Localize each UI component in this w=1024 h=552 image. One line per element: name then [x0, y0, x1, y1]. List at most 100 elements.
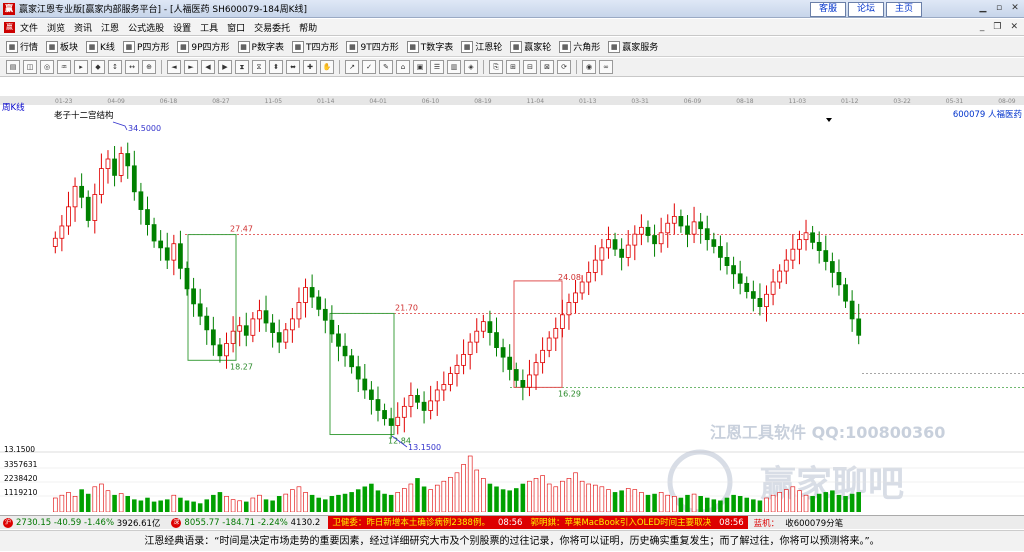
grid-icon: ▦: [6, 40, 18, 53]
volume-bar: [85, 493, 91, 512]
volume-bar: [665, 494, 671, 512]
draw-tool-8-icon[interactable]: ⊕: [142, 60, 156, 74]
draw-tool-26-icon[interactable]: ◈: [464, 60, 478, 74]
draw-tool-3-icon[interactable]: ♒: [57, 60, 71, 74]
toolbar-item-9p-square[interactable]: ▦ 9P四方形: [177, 40, 230, 53]
toolbar-item-gann-wheel[interactable]: ▦ 江恩轮: [461, 40, 502, 53]
draw-tool-16-icon[interactable]: ⬌: [286, 60, 300, 74]
p-number-icon: ▦: [237, 40, 250, 53]
draw-tool-0-icon[interactable]: ▤: [6, 60, 20, 74]
toolbar-item-t-square[interactable]: ▦ T四方形: [291, 40, 338, 53]
draw-tool-31-icon[interactable]: ⟳: [557, 60, 571, 74]
toolbar-item-t-number[interactable]: ▦ T数字表: [406, 40, 453, 53]
candle-body: [533, 362, 539, 376]
draw-tool-14-icon[interactable]: ⧖: [252, 60, 266, 74]
draw-tool-32-icon[interactable]: ◉: [582, 60, 596, 74]
volume-bar: [448, 476, 453, 512]
draw-tool-18-icon[interactable]: ✋: [320, 60, 334, 74]
candle-body: [263, 310, 269, 324]
volume-bar: [836, 494, 842, 512]
draw-tool-9-icon[interactable]: ◄: [167, 60, 181, 74]
draw-tool-17-icon[interactable]: ✚: [303, 60, 317, 74]
draw-tool-13-icon[interactable]: ⧗: [235, 60, 249, 74]
index-shenzhen[interactable]: 深 8055.77 -184.71 -2.24% 4130.2: [168, 517, 320, 528]
menu-window[interactable]: 窗口: [227, 21, 245, 34]
candle-body: [711, 239, 717, 247]
tick-link[interactable]: 收600079分笔: [785, 517, 843, 529]
link-service[interactable]: 客服: [810, 2, 846, 17]
menu-trade[interactable]: 交易委托: [254, 21, 290, 34]
draw-tool-1-icon[interactable]: ◫: [23, 60, 37, 74]
volume-bar: [566, 478, 572, 512]
news-ticker[interactable]: 卫健委：昨日新增本土确诊病例2388例。 08:56 郭明錤：苹果MacBook…: [328, 516, 748, 529]
menu-tools[interactable]: 工具: [200, 21, 218, 34]
index-shanghai[interactable]: 沪 2730.15 -40.59 -1.46% 3926.61亿: [0, 517, 160, 529]
draw-tool-33-icon[interactable]: ∞: [599, 60, 613, 74]
draw-tool-15-icon[interactable]: ⬍: [269, 60, 283, 74]
minimize-icon[interactable]: ▁: [978, 3, 988, 13]
menu-formula[interactable]: 公式选股: [128, 21, 164, 34]
menu-browse[interactable]: 浏览: [47, 21, 65, 34]
gann-wheel-icon: ▦: [461, 40, 474, 53]
menu-info[interactable]: 资讯: [74, 21, 92, 34]
candle-body: [685, 225, 690, 235]
close-icon[interactable]: ✕: [1010, 3, 1020, 13]
volume-bar: [99, 483, 104, 512]
draw-tool-6-icon[interactable]: ↕: [108, 60, 122, 74]
draw-tool-4-icon[interactable]: ▸: [74, 60, 88, 74]
candle-body: [283, 329, 289, 343]
toolbar-item-p-number[interactable]: ▦ P数字表: [237, 40, 284, 53]
volume-bar: [204, 499, 210, 512]
mdi-restore-icon[interactable]: ❐: [993, 22, 1001, 32]
draw-tool-28-icon[interactable]: ⊞: [506, 60, 520, 74]
draw-tool-2-icon[interactable]: ◎: [40, 60, 54, 74]
date-tick-label: 08-18: [736, 98, 754, 105]
draw-tool-11-icon[interactable]: ◀: [201, 60, 215, 74]
kline-chart[interactable]: 01-23 04-09 06-18 08-27 11-05 01-14 04-01 06-10…: [0, 78, 1024, 512]
candle-body: [316, 296, 322, 310]
draw-tool-20-icon[interactable]: ✓: [362, 60, 376, 74]
draw-tool-25-icon[interactable]: ▥: [447, 60, 461, 74]
toolbar-separator: [161, 60, 162, 74]
draw-tool-21-icon[interactable]: ✎: [379, 60, 393, 74]
link-forum[interactable]: 论坛: [848, 2, 884, 17]
toolbar-item-kline[interactable]: ▦ K线: [86, 40, 115, 53]
mdi-minimize-icon[interactable]: _: [980, 22, 985, 32]
volume-bar: [830, 490, 835, 512]
toolbar-item-winner-wheel[interactable]: ▦ 赢家轮: [510, 40, 551, 53]
toolbar-item-p-square[interactable]: ▦ P四方形: [122, 40, 169, 53]
draw-tool-12-icon[interactable]: ▶: [218, 60, 232, 74]
candle-body: [184, 267, 190, 290]
draw-tool-29-icon[interactable]: ⊟: [523, 60, 537, 74]
menu-settings[interactable]: 设置: [173, 21, 191, 34]
volume-bar: [303, 492, 308, 512]
link-home[interactable]: 主页: [886, 2, 922, 17]
menu-gann[interactable]: 江恩: [101, 21, 119, 34]
toolbar-item-hexagon[interactable]: ▦ 六角形: [559, 40, 600, 53]
candle-body: [204, 315, 210, 331]
draw-tool-22-icon[interactable]: ⌂: [396, 60, 410, 74]
draw-tool-27-icon[interactable]: ⎘: [489, 60, 503, 74]
volume-bar: [408, 483, 414, 512]
volume-bar: [72, 496, 78, 512]
maximize-icon[interactable]: ▫: [994, 3, 1004, 13]
mdi-close-icon[interactable]: ✕: [1010, 22, 1018, 32]
volume-bar: [737, 496, 743, 512]
toolbar-label: 9T四方形: [360, 43, 399, 53]
toolbar-item-9t-square[interactable]: ▦ 9T四方形: [346, 40, 399, 53]
menu-help[interactable]: 帮助: [299, 21, 317, 34]
toolbar-item-dollar[interactable]: ▦ 赢家服务: [608, 40, 658, 53]
toolbar-item-grid[interactable]: ▦ 行情: [6, 40, 38, 53]
draw-tool-19-icon[interactable]: ↗: [345, 60, 359, 74]
menu-file[interactable]: 文件: [20, 21, 38, 34]
draw-tool-10-icon[interactable]: ►: [184, 60, 198, 74]
volume-bar: [751, 499, 756, 512]
candle-body: [586, 272, 592, 283]
draw-tool-24-icon[interactable]: ☰: [430, 60, 444, 74]
candle-body: [375, 399, 381, 411]
draw-tool-30-icon[interactable]: ⊠: [540, 60, 554, 74]
draw-tool-23-icon[interactable]: ▣: [413, 60, 427, 74]
toolbar-item-block[interactable]: ▦ 板块: [46, 40, 78, 53]
draw-tool-5-icon[interactable]: ◆: [91, 60, 105, 74]
draw-tool-7-icon[interactable]: ↔: [125, 60, 139, 74]
